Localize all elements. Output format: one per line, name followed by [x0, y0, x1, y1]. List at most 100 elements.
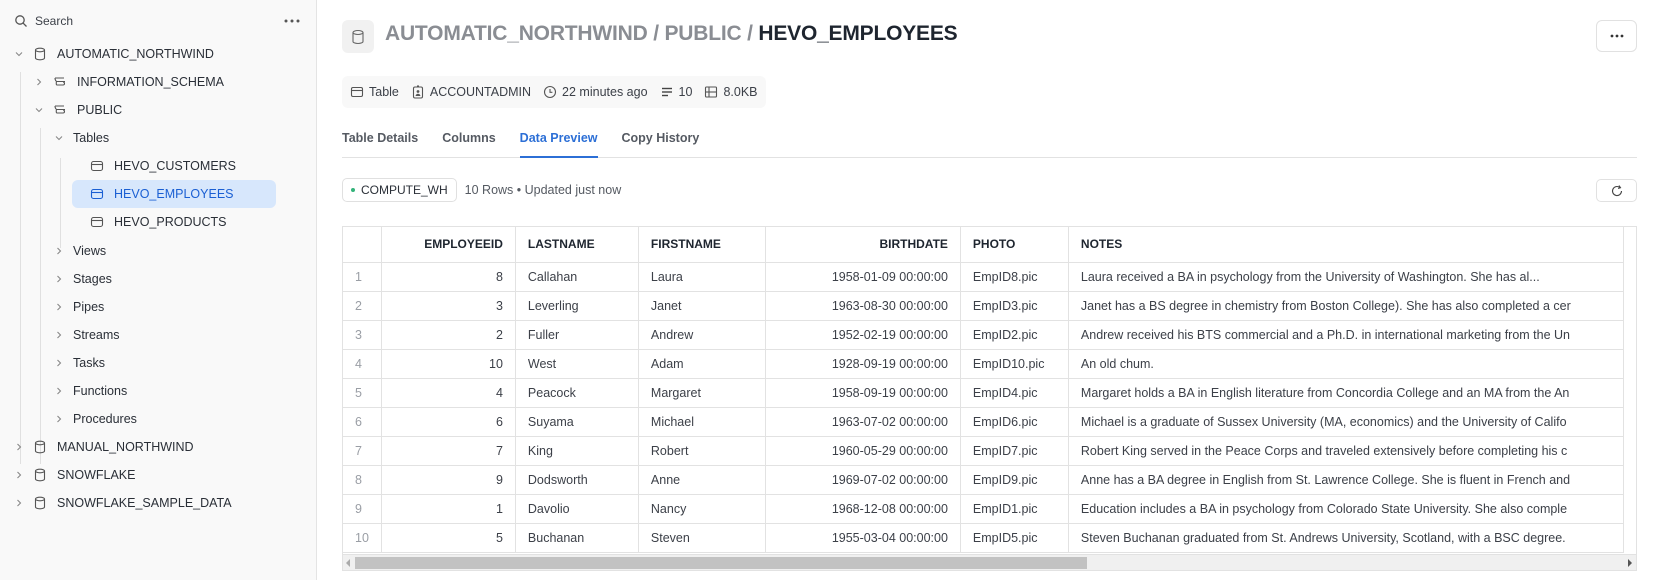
tree-item-snowflake[interactable]: SNOWFLAKE — [14, 461, 294, 489]
cell-notes[interactable]: Anne has a BA degree in English from St.… — [1068, 465, 1624, 495]
table-row[interactable]: 3 2 Fuller Andrew 1952-02-19 00:00:00 EmpID2.… — [343, 320, 1624, 350]
tree-item-automatic-northwind[interactable]: AUTOMATIC_NORTHWIND — [14, 40, 294, 68]
cell-birthdate[interactable]: 1958-09-19 00:00:00 — [765, 378, 961, 408]
tree-item-public[interactable]: PUBLIC — [34, 96, 294, 124]
tree-item-views[interactable]: Views — [54, 237, 294, 265]
chevron-right-icon[interactable] — [34, 77, 44, 87]
cell-notes[interactable]: Steven Buchanan graduated from St. Andre… — [1068, 523, 1624, 553]
tree-item-hevo-customers[interactable]: HEVO_CUSTOMERS — [72, 152, 276, 180]
table-row[interactable]: 6 6 Suyama Michael 1963-07-02 00:00:00 EmpID6… — [343, 407, 1624, 437]
table-row[interactable]: 10 5 Buchanan Steven 1955-03-04 00:00:00 EmpI… — [343, 523, 1624, 553]
tree-item-pipes[interactable]: Pipes — [54, 293, 294, 321]
column-header-notes[interactable]: NOTES — [1068, 227, 1624, 263]
cell-rownum[interactable]: 6 — [343, 407, 382, 437]
chevron-down-icon[interactable] — [54, 133, 64, 143]
cell-lastname[interactable]: Dodsworth — [515, 465, 639, 495]
sidebar-more-button[interactable] — [280, 10, 304, 32]
chevron-right-icon[interactable] — [14, 442, 24, 452]
scroll-left-arrow-icon[interactable] — [346, 559, 350, 567]
cell-employeeid[interactable]: 6 — [381, 407, 516, 437]
cell-notes[interactable]: Janet has a BS degree in chemistry from … — [1068, 291, 1624, 321]
table-row[interactable]: 5 4 Peacock Margaret 1958-09-19 00:00:00 EmpI… — [343, 378, 1624, 408]
scrollbar-thumb[interactable] — [355, 557, 1087, 569]
cell-notes[interactable]: Robert King served in the Peace Corps an… — [1068, 436, 1624, 466]
table-row[interactable]: 1 8 Callahan Laura 1958-01-09 00:00:00 EmpID8… — [343, 262, 1624, 292]
cell-rownum[interactable]: 4 — [343, 349, 382, 379]
cell-rownum[interactable]: 9 — [343, 494, 382, 524]
cell-employeeid[interactable]: 7 — [381, 436, 516, 466]
chevron-right-icon[interactable] — [54, 358, 64, 368]
cell-firstname[interactable]: Steven — [638, 523, 766, 553]
cell-birthdate[interactable]: 1928-09-19 00:00:00 — [765, 349, 961, 379]
cell-photo[interactable]: EmpID1.pic — [960, 494, 1069, 524]
tree-item-hevo-employees[interactable]: HEVO_EMPLOYEES — [72, 180, 276, 208]
cell-birthdate[interactable]: 1955-03-04 00:00:00 — [765, 523, 961, 553]
cell-firstname[interactable]: Robert — [638, 436, 766, 466]
cell-photo[interactable]: EmpID10.pic — [960, 349, 1069, 379]
tab-data-preview[interactable]: Data Preview — [519, 123, 598, 158]
cell-employeeid[interactable]: 9 — [381, 465, 516, 495]
chevron-right-icon[interactable] — [14, 470, 24, 480]
breadcrumb-schema[interactable]: PUBLIC — [664, 22, 741, 45]
chevron-down-icon[interactable] — [34, 105, 44, 115]
cell-photo[interactable]: EmpID6.pic — [960, 407, 1069, 437]
cell-firstname[interactable]: Margaret — [638, 378, 766, 408]
cell-notes[interactable]: An old chum. — [1068, 349, 1624, 379]
chevron-right-icon[interactable] — [54, 274, 64, 284]
cell-lastname[interactable]: King — [515, 436, 639, 466]
chevron-down-icon[interactable] — [14, 49, 24, 59]
table-row[interactable]: 2 3 Leverling Janet 1963-08-30 00:00:00 EmpID… — [343, 291, 1624, 321]
cell-lastname[interactable]: West — [515, 349, 639, 379]
cell-firstname[interactable]: Andrew — [638, 320, 766, 350]
chevron-right-icon[interactable] — [54, 246, 64, 256]
cell-rownum[interactable]: 8 — [343, 465, 382, 495]
tree-item-snowflake-sample-data[interactable]: SNOWFLAKE_SAMPLE_DATA — [14, 489, 294, 517]
breadcrumb-database[interactable]: AUTOMATIC_NORTHWIND — [385, 22, 648, 45]
table-row[interactable]: 7 7 King Robert 1960-05-29 00:00:00 EmpID7.pi… — [343, 436, 1624, 466]
cell-rownum[interactable]: 2 — [343, 291, 382, 321]
tree-item-manual-northwind[interactable]: MANUAL_NORTHWIND — [14, 433, 294, 461]
cell-rownum[interactable]: 10 — [343, 523, 382, 553]
table-row[interactable]: 9 1 Davolio Nancy 1968-12-08 00:00:00 EmpID1.… — [343, 494, 1624, 524]
chevron-right-icon[interactable] — [54, 386, 64, 396]
cell-firstname[interactable]: Laura — [638, 262, 766, 292]
cell-birthdate[interactable]: 1960-05-29 00:00:00 — [765, 436, 961, 466]
tree-item-hevo-products[interactable]: HEVO_PRODUCTS — [72, 208, 276, 236]
cell-photo[interactable]: EmpID5.pic — [960, 523, 1069, 553]
cell-employeeid[interactable]: 8 — [381, 262, 516, 292]
warehouse-selector[interactable]: COMPUTE_WH — [342, 178, 457, 202]
cell-rownum[interactable]: 7 — [343, 436, 382, 466]
cell-notes[interactable]: Margaret holds a BA in English literatur… — [1068, 378, 1624, 408]
cell-birthdate[interactable]: 1963-07-02 00:00:00 — [765, 407, 961, 437]
cell-employeeid[interactable]: 1 — [381, 494, 516, 524]
cell-lastname[interactable]: Peacock — [515, 378, 639, 408]
table-actions-button[interactable] — [1596, 20, 1637, 52]
column-header-employeeid[interactable]: EMPLOYEEID — [381, 227, 516, 263]
cell-firstname[interactable]: Adam — [638, 349, 766, 379]
cell-employeeid[interactable]: 3 — [381, 291, 516, 321]
cell-firstname[interactable]: Michael — [638, 407, 766, 437]
chevron-right-icon[interactable] — [14, 498, 24, 508]
refresh-button[interactable] — [1596, 179, 1637, 202]
tree-item-tasks[interactable]: Tasks — [54, 349, 294, 377]
cell-lastname[interactable]: Suyama — [515, 407, 639, 437]
cell-firstname[interactable]: Janet — [638, 291, 766, 321]
cell-birthdate[interactable]: 1968-12-08 00:00:00 — [765, 494, 961, 524]
cell-birthdate[interactable]: 1963-08-30 00:00:00 — [765, 291, 961, 321]
chevron-right-icon[interactable] — [54, 414, 64, 424]
cell-notes[interactable]: Andrew received his BTS commercial and a… — [1068, 320, 1624, 350]
column-header-photo[interactable]: PHOTO — [960, 227, 1069, 263]
cell-notes[interactable]: Education includes a BA in psychology fr… — [1068, 494, 1624, 524]
tree-item-streams[interactable]: Streams — [54, 321, 294, 349]
cell-rownum[interactable]: 5 — [343, 378, 382, 408]
search-row[interactable]: Search — [14, 10, 304, 32]
cell-photo[interactable]: EmpID3.pic — [960, 291, 1069, 321]
chevron-right-icon[interactable] — [54, 302, 64, 312]
column-header-birthdate[interactable]: BIRTHDATE — [765, 227, 961, 263]
chevron-right-icon[interactable] — [54, 330, 64, 340]
cell-lastname[interactable]: Fuller — [515, 320, 639, 350]
cell-photo[interactable]: EmpID9.pic — [960, 465, 1069, 495]
table-row[interactable]: 4 10 West Adam 1928-09-19 00:00:00 EmpID10.pi… — [343, 349, 1624, 379]
tree-item-procedures[interactable]: Procedures — [54, 405, 294, 433]
cell-rownum[interactable]: 1 — [343, 262, 382, 292]
